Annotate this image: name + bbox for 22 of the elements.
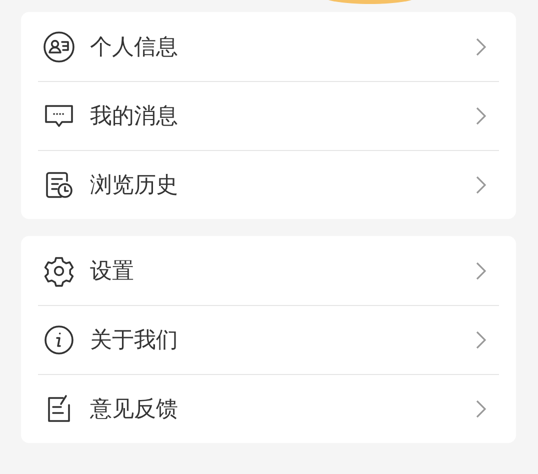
menu-label: 浏览历史 bbox=[90, 172, 179, 200]
chevron-right-icon bbox=[475, 106, 487, 126]
settings-icon bbox=[43, 254, 75, 286]
history-icon bbox=[43, 169, 75, 201]
menu-label: 意见反馈 bbox=[90, 396, 179, 424]
chevron-right-icon bbox=[475, 260, 487, 280]
menu-label: 我的消息 bbox=[90, 103, 179, 131]
menu-item[interactable]: 意见反馈 bbox=[38, 374, 499, 443]
profile-card-icon bbox=[43, 30, 75, 62]
chevron-right-icon bbox=[475, 399, 487, 419]
chevron-right-icon bbox=[475, 330, 487, 350]
chevron-right-icon bbox=[475, 175, 487, 195]
menu-item[interactable]: 浏览历史 bbox=[38, 150, 499, 219]
info-icon bbox=[43, 324, 75, 356]
menu-label: 关于我们 bbox=[90, 327, 179, 355]
menu-label: 设置 bbox=[90, 258, 135, 286]
menu-item[interactable]: 设置 bbox=[38, 236, 499, 305]
menu-item[interactable]: 我的消息 bbox=[38, 81, 499, 150]
menu-label: 个人信息 bbox=[90, 34, 179, 62]
chevron-right-icon bbox=[475, 36, 487, 56]
menu-item[interactable]: 关于我们 bbox=[38, 305, 499, 374]
menu-item[interactable]: 个人信息 bbox=[38, 12, 499, 81]
